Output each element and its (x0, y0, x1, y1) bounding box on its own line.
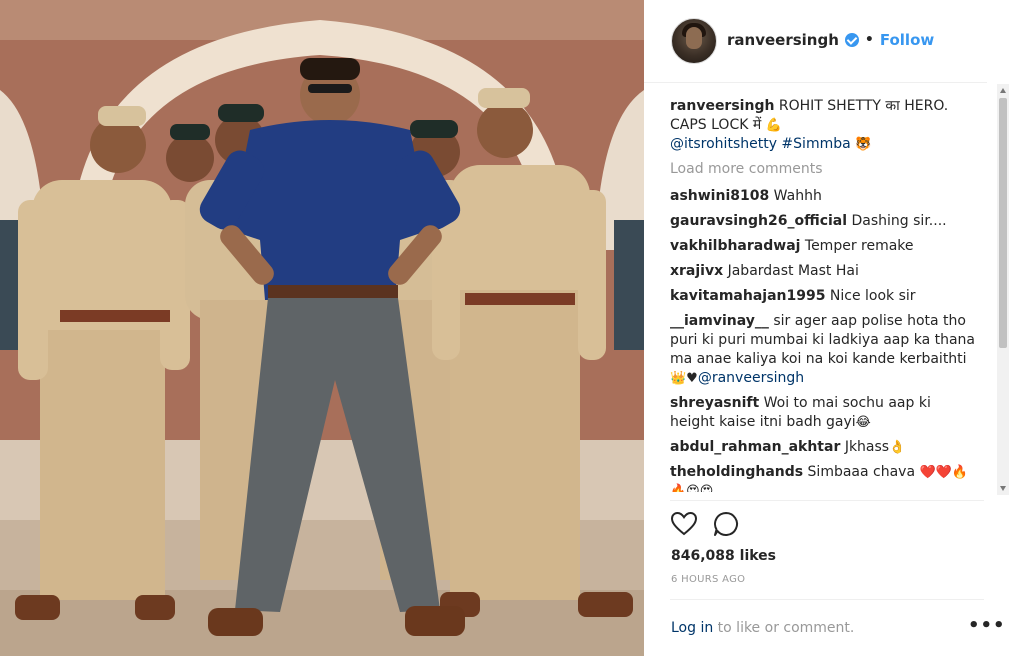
crown-heart-emoji: 👑♥ (670, 371, 698, 386)
comment-text: Jkhass (844, 439, 890, 455)
hearts-fire-emoji: ❤️❤️🔥 (919, 465, 969, 480)
comment-username[interactable]: abdul_rahman_akhtar (670, 439, 840, 455)
comment-text: Simbaaa chava (807, 464, 916, 480)
caption-username[interactable]: ranveersingh (670, 98, 774, 114)
comment-username[interactable]: __iamvinay__ (670, 313, 769, 329)
header-user-line: ranveersingh • Follow (727, 31, 934, 49)
comment: shreyasnift Woi to mai sochu aap ki heig… (670, 394, 976, 432)
laughing-emoji: 😂 (855, 415, 871, 430)
caption-mentions[interactable]: @itsrohitshetty #Simmba (670, 136, 851, 152)
likes-count[interactable]: 846,088 likes (671, 548, 776, 564)
login-prompt: Log in to like or comment. (671, 620, 854, 636)
scroll-down-icon[interactable] (1000, 486, 1006, 491)
comment-icon[interactable] (712, 510, 740, 538)
comment-text: Wahhh (773, 188, 822, 204)
avatar-face (686, 27, 702, 49)
comment: gauravsingh26_official Dashing sir.... (670, 212, 976, 231)
comment: theholdinghands Simbaaa chava ❤️❤️🔥 🔥😍😍 (670, 463, 976, 492)
heart-icon[interactable] (670, 510, 698, 538)
comment-username[interactable]: vakhilbharadwaj (670, 238, 800, 254)
comment-username[interactable]: xrajivx (670, 263, 723, 279)
comments-scrollbar[interactable] (997, 84, 1009, 495)
comment-text: Temper remake (804, 238, 914, 254)
scroll-thumb[interactable] (999, 98, 1007, 348)
comment-text: Jabardast Mast Hai (727, 263, 859, 279)
header-separator: • (864, 32, 874, 48)
post-actions (670, 510, 740, 538)
fire-emoji-row: 🔥😍😍 (670, 484, 714, 492)
comment-text: Nice look sir (829, 288, 916, 304)
avatar[interactable] (671, 18, 717, 64)
verified-badge-icon (844, 33, 859, 47)
load-more-comments-button[interactable]: Load more comments (670, 160, 976, 179)
comment-username[interactable]: theholdinghands (670, 464, 803, 480)
comment-username[interactable]: shreyasnift (670, 395, 759, 411)
caption: ranveersingh ROHIT SHETTY का HERO. CAPS … (670, 97, 976, 154)
comment-username[interactable]: ashwini8108 (670, 188, 769, 204)
comments-list: ranveersingh ROHIT SHETTY का HERO. CAPS … (670, 97, 976, 492)
divider (670, 599, 984, 600)
login-rest: to like or comment. (713, 620, 855, 636)
header-username[interactable]: ranveersingh (727, 31, 839, 49)
comment: abdul_rahman_akhtar Jkhass👌 (670, 438, 976, 457)
comment: kavitamahajan1995 Nice look sir (670, 287, 976, 306)
divider (670, 500, 984, 501)
comment-username[interactable]: kavitamahajan1995 (670, 288, 825, 304)
scroll-up-icon[interactable] (1000, 88, 1006, 93)
comment: __iamvinay__ sir ager aap polise hota th… (670, 312, 976, 388)
comment-text: Dashing sir.... (851, 213, 947, 229)
comment-username[interactable]: gauravsingh26_official (670, 213, 847, 229)
ok-hand-emoji: 👌 (889, 440, 906, 455)
instagram-post-view: ranveersingh • Follow ranveersingh ROHIT… (0, 0, 1011, 656)
comment: vakhilbharadwaj Temper remake (670, 237, 976, 256)
post-header: ranveersingh • Follow (644, 0, 987, 83)
more-options-icon[interactable]: ••• (968, 617, 1006, 635)
comment: xrajivx Jabardast Mast Hai (670, 262, 976, 281)
follow-button[interactable]: Follow (880, 31, 934, 49)
flexed-biceps-emoji: 💪 (765, 118, 782, 133)
police-group-photo (0, 0, 644, 656)
comment-mention[interactable]: @ranveersingh (698, 370, 804, 386)
post-photo[interactable] (0, 0, 644, 656)
post-timestamp: 6 HOURS AGO (671, 574, 746, 585)
comment: ashwini8108 Wahhh (670, 187, 976, 206)
tiger-emoji: 🐯 (855, 137, 872, 152)
login-link[interactable]: Log in (671, 620, 713, 636)
